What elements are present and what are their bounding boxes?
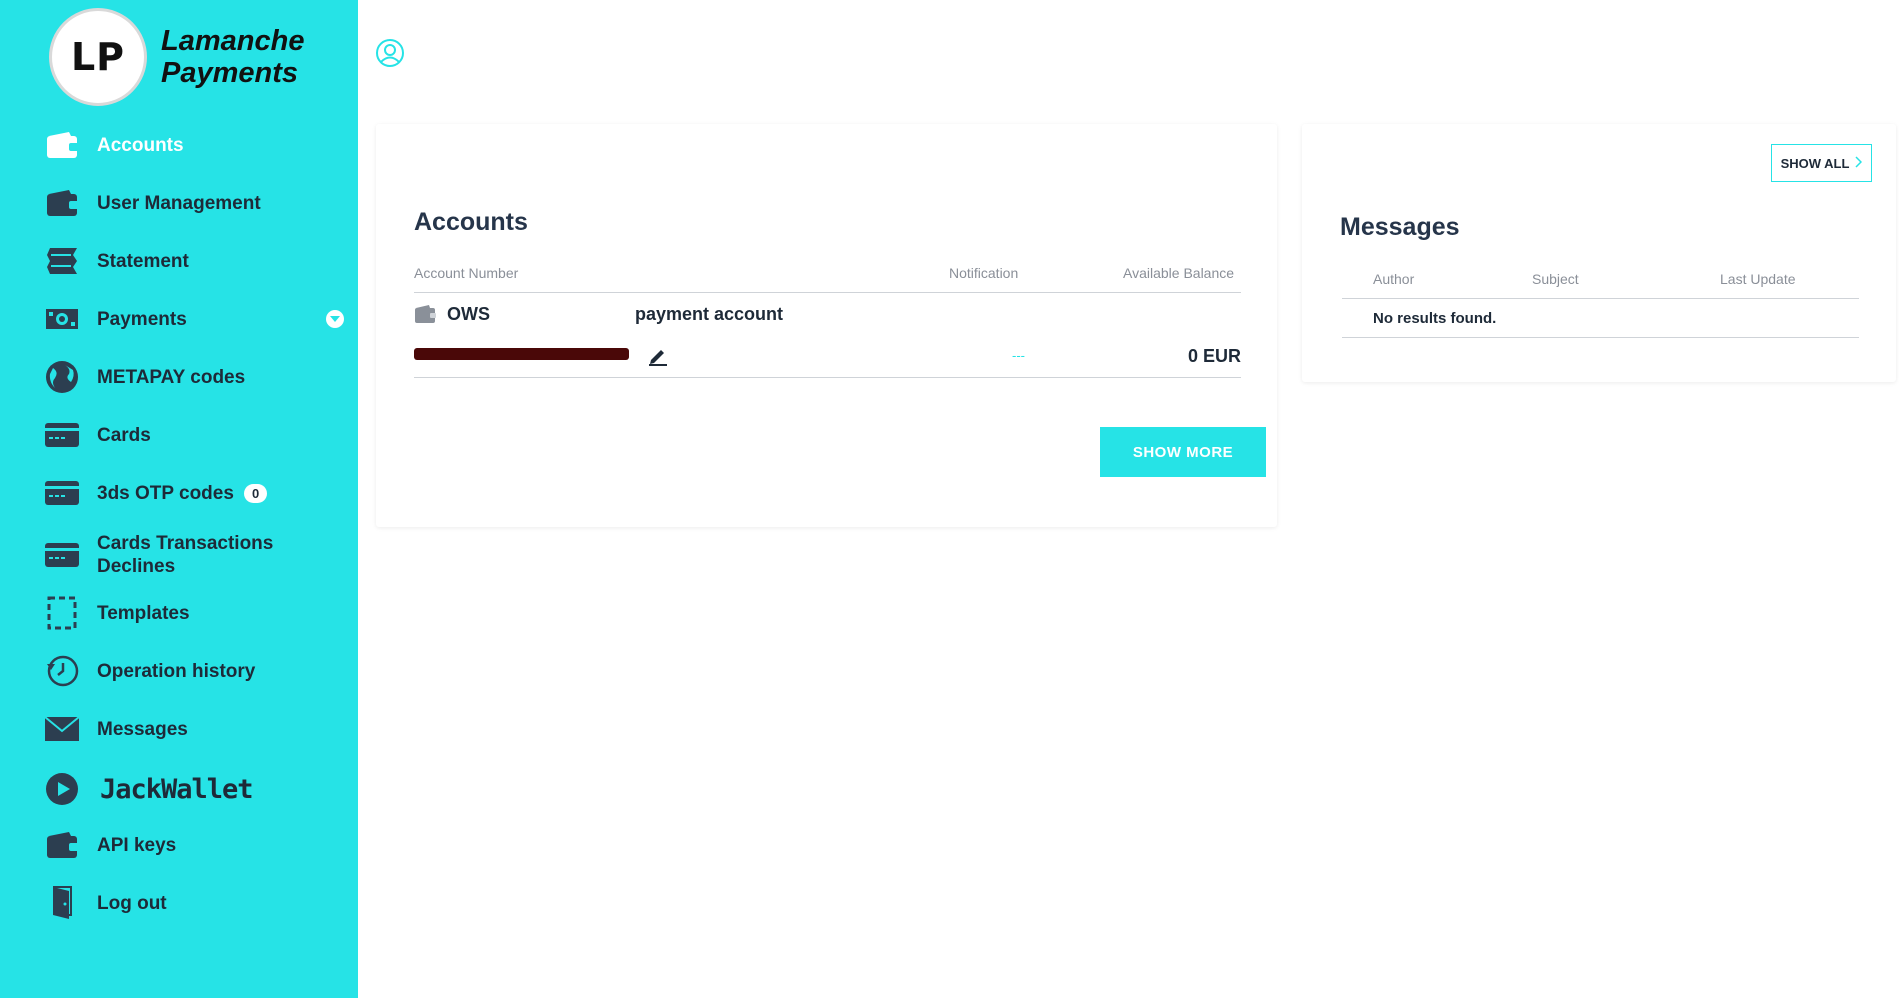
sidebar-item-jackwallet[interactable]: JackWallet bbox=[44, 767, 334, 811]
empty-state-text: No results found. bbox=[1373, 310, 1497, 327]
sidebar-item-3ds-otp-codes[interactable]: 3ds OTP codes 0 bbox=[44, 473, 334, 513]
sidebar-item-label: Accounts bbox=[97, 134, 184, 156]
jackwallet-logo: JackWallet bbox=[100, 773, 254, 805]
sidebar-item-operation-history[interactable]: Operation history bbox=[44, 651, 334, 691]
column-subject: Subject bbox=[1532, 271, 1579, 287]
sidebar-item-user-management[interactable]: User Management bbox=[44, 183, 334, 223]
sidebar-item-payments[interactable]: Payments bbox=[44, 299, 344, 339]
play-icon bbox=[44, 772, 80, 806]
column-last-update: Last Update bbox=[1720, 271, 1796, 287]
sidebar-item-label: Cards Transactions Declines bbox=[97, 533, 274, 577]
brand[interactable]: LP Lamanche Payments bbox=[49, 8, 321, 106]
header-divider bbox=[1342, 298, 1859, 299]
account-name: OWS bbox=[447, 304, 490, 324]
row-divider bbox=[1342, 337, 1859, 338]
notification-value: --- bbox=[1012, 348, 1025, 363]
sidebar-item-label: Templates bbox=[97, 602, 190, 624]
column-author: Author bbox=[1373, 271, 1415, 287]
sidebar-item-label: Messages bbox=[97, 718, 188, 740]
sidebar-item-label: Log out bbox=[97, 892, 167, 914]
wallet-icon bbox=[414, 304, 436, 329]
sidebar-item-label: API keys bbox=[97, 834, 177, 856]
accounts-card: Accounts Account Number Notification Ava… bbox=[376, 124, 1277, 527]
chevron-down-icon[interactable] bbox=[326, 310, 344, 328]
sidebar-item-messages[interactable]: Messages bbox=[44, 709, 334, 749]
sidebar-item-label: Cards bbox=[97, 424, 151, 446]
brand-logo: LP bbox=[49, 8, 147, 106]
card-icon bbox=[44, 418, 80, 452]
sidebar-item-accounts[interactable]: Accounts bbox=[44, 125, 334, 165]
logo-text: LP bbox=[70, 35, 126, 79]
row-divider bbox=[414, 377, 1241, 378]
account-description: payment account bbox=[635, 304, 784, 324]
sidebar-item-label: METAPAY codes bbox=[97, 366, 246, 388]
sidebar-item-cards[interactable]: Cards bbox=[44, 415, 334, 455]
user-profile-icon[interactable] bbox=[375, 38, 405, 73]
sidebar-item-statement[interactable]: Statement bbox=[44, 241, 334, 281]
sidebar-item-label: 3ds OTP codes bbox=[97, 482, 234, 504]
show-all-label: SHOW ALL bbox=[1780, 155, 1850, 171]
sidebar-item-metapay-codes[interactable]: METAPAY codes bbox=[44, 357, 334, 397]
door-icon bbox=[44, 886, 80, 920]
wallet-icon bbox=[44, 828, 80, 862]
sidebar: LP Lamanche Payments Accounts User Manag… bbox=[0, 0, 358, 998]
show-more-button[interactable]: SHOW MORE bbox=[1100, 427, 1266, 477]
header-divider bbox=[414, 292, 1241, 293]
otp-count-badge: 0 bbox=[243, 483, 268, 503]
messages-card: SHOW ALL Messages Author Subject Last Up… bbox=[1302, 124, 1896, 382]
column-available-balance: Available Balance bbox=[1123, 265, 1235, 281]
wallet-icon bbox=[44, 186, 80, 220]
show-all-button[interactable]: SHOW ALL bbox=[1771, 144, 1872, 182]
redacted-account-number bbox=[414, 348, 629, 360]
globe-icon bbox=[44, 360, 80, 394]
sidebar-item-label: Payments bbox=[97, 308, 187, 330]
brand-name: Lamanche Payments bbox=[161, 25, 305, 89]
sidebar-item-cards-transactions-declines[interactable]: Cards Transactions Declines bbox=[44, 531, 334, 579]
wallet-icon bbox=[44, 128, 80, 162]
account-balance: 0 EUR bbox=[1187, 346, 1241, 366]
sidebar-item-log-out[interactable]: Log out bbox=[44, 883, 334, 923]
sidebar-item-label: Operation history bbox=[97, 660, 256, 682]
edit-pencil-icon[interactable] bbox=[648, 346, 668, 371]
money-icon bbox=[44, 302, 80, 336]
sidebar-item-templates[interactable]: Templates bbox=[44, 593, 334, 633]
card-icon bbox=[44, 538, 80, 572]
sidebar-item-label: User Management bbox=[97, 192, 261, 214]
dashed-square-icon bbox=[44, 596, 80, 630]
column-account-number: Account Number bbox=[414, 265, 519, 281]
chevron-right-icon bbox=[1855, 155, 1863, 171]
envelope-icon bbox=[44, 712, 80, 746]
card-icon bbox=[44, 476, 80, 510]
history-icon bbox=[44, 654, 80, 688]
accounts-title: Accounts bbox=[414, 208, 528, 236]
sidebar-item-label: Statement bbox=[97, 250, 189, 272]
column-notification: Notification bbox=[949, 265, 1019, 281]
statement-icon bbox=[44, 244, 80, 278]
messages-title: Messages bbox=[1340, 213, 1460, 241]
sidebar-item-api-keys[interactable]: API keys bbox=[44, 825, 334, 865]
